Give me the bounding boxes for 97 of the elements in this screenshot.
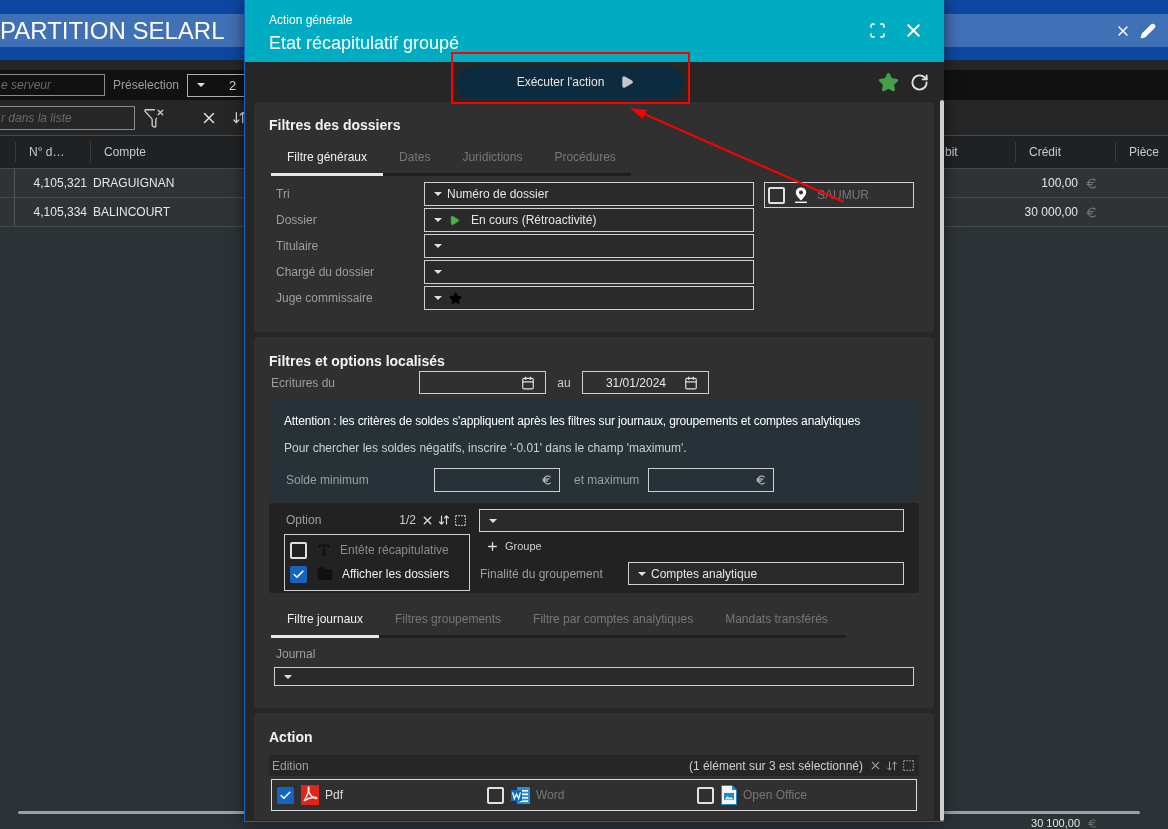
field-label: Solde minimum — [285, 473, 370, 487]
field-label: Titulaire — [275, 238, 320, 255]
document-image-icon — [721, 785, 737, 805]
column-header[interactable]: N° d… — [15, 142, 90, 162]
checkbox[interactable] — [277, 786, 294, 804]
table-cell-text: DRAGUIGNAN — [92, 176, 176, 190]
tab[interactable]: Filtre journaux — [271, 602, 380, 638]
refresh-icon[interactable] — [910, 72, 929, 92]
date-separator: au — [556, 375, 572, 390]
field-label: Journal — [275, 647, 317, 661]
euro-icon — [541, 474, 553, 486]
field-label: Tri — [275, 186, 291, 203]
total-amount: 30 100,00 — [1031, 817, 1080, 829]
euro-icon — [1085, 176, 1098, 190]
panel-title: Action — [269, 729, 314, 745]
select-field[interactable] — [424, 286, 754, 310]
calendar-icon — [521, 375, 535, 390]
option-label: Entête récapitulative — [340, 543, 449, 557]
play-icon — [620, 75, 635, 89]
checkbox[interactable] — [290, 565, 307, 583]
word-document-icon — [511, 785, 530, 805]
hint-text: Pour chercher les soldes négatifs, inscrire '-0.01' dans le champ 'maximum'. — [284, 441, 688, 455]
list-search-field[interactable]: r dans la liste — [0, 105, 135, 130]
vertical-scrollbar[interactable] — [940, 100, 944, 821]
select-field[interactable] — [274, 667, 914, 686]
play-icon — [449, 214, 460, 226]
select-all-icon[interactable] — [902, 759, 915, 772]
table-cell-text: BALINCOURT — [92, 205, 172, 219]
preselection-label: Préselection — [113, 78, 180, 92]
credit-amount: 100,00 — [1041, 176, 1078, 190]
warning-text: Attention : les critères de soldes s'appliquent après les filtres sur journaux, groupements et comptes analytiques — [284, 414, 862, 428]
column-header[interactable]: Pièce — [1115, 142, 1168, 162]
field-label: Juge commissaire — [275, 290, 374, 307]
execute-button[interactable]: Exécuter l'action — [457, 65, 684, 99]
select-all-icon[interactable] — [454, 513, 467, 527]
select-field[interactable] — [479, 509, 904, 532]
panel-title: Filtres des dossiers — [269, 117, 402, 133]
field-label: Finalité du groupement — [479, 566, 604, 581]
checkmark-icon — [292, 567, 305, 581]
selection-count: (1 élément sur 3 est sélectionné) — [688, 758, 863, 773]
caret-icon — [434, 296, 442, 300]
table-cell-text: 4,105,334 — [32, 205, 88, 219]
option-label: Afficher les dossiers — [342, 567, 450, 581]
plus-icon — [486, 539, 499, 553]
format-label: Pdf — [325, 788, 343, 802]
star-icon — [449, 291, 462, 305]
select-field[interactable]: Comptes analytique — [628, 562, 904, 585]
euro-icon — [755, 474, 767, 486]
sort-icon[interactable] — [438, 514, 450, 526]
add-group-button[interactable]: Groupe — [486, 538, 542, 554]
format-label: Open Office — [743, 788, 807, 802]
caret-icon — [638, 571, 646, 576]
caret-icon — [434, 270, 442, 274]
amount-field[interactable] — [648, 468, 774, 492]
dialog-title: Etat récapitulatif groupé — [269, 32, 460, 54]
euro-icon — [1087, 817, 1098, 829]
clear-icon[interactable] — [869, 759, 882, 772]
dialog-subtitle: Action générale — [269, 13, 354, 27]
pdf-icon — [301, 785, 319, 805]
filter-clear-icon[interactable] — [143, 106, 165, 129]
select-field[interactable]: En cours (Rétroactivité) — [424, 208, 754, 232]
credit-amount: 30 000,00 — [1024, 205, 1078, 219]
server-search-field[interactable]: e serveur — [0, 74, 105, 96]
column-header[interactable]: Crédit — [1015, 142, 1115, 162]
date-field[interactable]: 31/01/2024 — [582, 371, 709, 394]
field-label: Dossier — [275, 212, 318, 229]
table-cell-text: 4,105,321 — [32, 176, 88, 190]
sort-icon[interactable] — [886, 759, 898, 772]
caret-icon — [489, 518, 497, 523]
calendar-icon — [684, 375, 698, 390]
field-label: Ecritures du — [270, 375, 337, 390]
caret-icon — [434, 244, 442, 248]
fullscreen-icon[interactable] — [869, 21, 886, 39]
location-pin-icon — [795, 187, 807, 203]
select-field[interactable] — [424, 260, 754, 284]
column-header[interactable]: Compte — [90, 142, 240, 162]
pencil-icon[interactable] — [1140, 22, 1156, 39]
selection-count: 1/2 — [399, 513, 416, 527]
date-field[interactable] — [419, 371, 546, 394]
checkmark-icon — [279, 788, 292, 802]
field-label: et maximum — [573, 473, 641, 487]
list-label: Edition — [272, 758, 309, 773]
select-field[interactable]: Numéro de dossier — [424, 182, 754, 206]
select-field[interactable] — [424, 234, 754, 258]
field-label: Option — [285, 513, 322, 527]
caret-icon — [434, 218, 442, 222]
format-label: Word — [536, 788, 565, 802]
caret-icon — [197, 83, 206, 87]
field-label: Chargé du dossier — [275, 264, 376, 281]
panel-title: Filtres et options localisés — [269, 353, 446, 369]
amount-field[interactable] — [434, 468, 560, 492]
favorite-star-icon[interactable] — [878, 71, 899, 93]
column-header[interactable]: bit — [940, 142, 1015, 162]
tab[interactable]: Filtre généraux — [271, 140, 384, 176]
caret-icon — [284, 674, 292, 679]
euro-icon — [1085, 205, 1098, 219]
page-title: PARTITION SELARL — [0, 16, 225, 46]
